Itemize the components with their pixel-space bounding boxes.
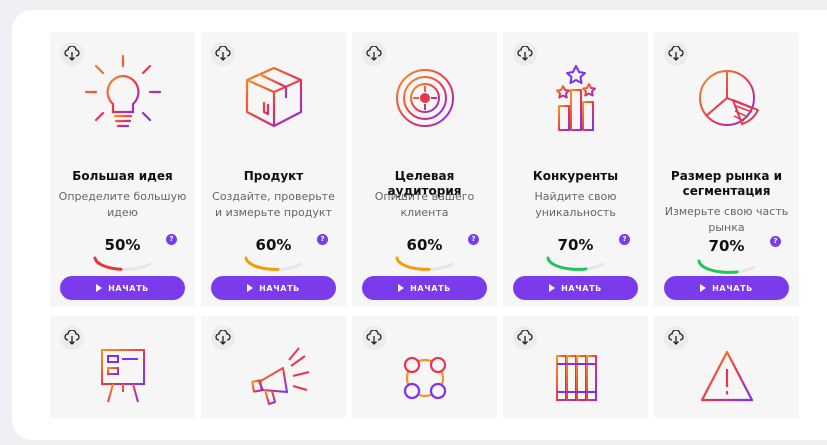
card-title: Продукт [243, 169, 304, 183]
progress-gauge: 60% ? [352, 232, 497, 272]
card-description: Опишите вашего клиента [374, 190, 475, 219]
progress-gauge: 70% ? [503, 232, 648, 272]
lightbulb-icon [50, 50, 195, 160]
card-product: Продукт Создайте, проверьте и измерьте п… [201, 32, 346, 307]
presentation-board-icon [50, 332, 195, 418]
card-competitors: Конкуренты Найдите свою уникальность 70%… [503, 32, 648, 307]
play-icon [247, 284, 254, 292]
start-button[interactable]: НАЧАТЬ [513, 276, 638, 300]
network-circles-icon [352, 332, 497, 418]
start-button[interactable]: НАЧАТЬ [60, 276, 185, 300]
help-icon[interactable]: ? [770, 236, 781, 247]
card-description: Определите большую идею [58, 190, 187, 219]
card-target-audience: Целевая аудитория Опишите вашего клиента… [352, 32, 497, 307]
help-icon[interactable]: ? [317, 234, 328, 245]
play-icon [549, 284, 556, 292]
card-title: Размер рынка и сегментация [670, 169, 783, 198]
card-row2-team [352, 316, 497, 418]
card-row2-presentation [50, 316, 195, 418]
podium-stars-icon [503, 50, 648, 160]
help-icon[interactable]: ? [619, 234, 630, 245]
play-icon [398, 284, 405, 292]
start-button[interactable]: НАЧАТЬ [362, 276, 487, 300]
binders-icon [503, 332, 648, 418]
card-market-size: Размер рынка и сегментация Измерьте свою… [654, 32, 799, 307]
card-big-idea: Большая идея Определите большую идею 50%… [50, 32, 195, 307]
help-icon[interactable]: ? [468, 234, 479, 245]
card-title: Конкуренты [532, 169, 619, 183]
warning-triangle-icon [654, 332, 799, 418]
start-button[interactable]: НАЧАТЬ [211, 276, 336, 300]
target-icon [352, 50, 497, 160]
card-description: Измерьте свою часть рынка [664, 205, 789, 234]
progress-gauge: 70% ? [654, 235, 799, 275]
card-description: Создайте, проверьте и измерьте продукт [212, 190, 335, 219]
box-icon [201, 50, 346, 160]
play-icon [700, 284, 707, 292]
start-button[interactable]: НАЧАТЬ [664, 276, 789, 300]
play-icon [96, 284, 103, 292]
megaphone-icon [201, 332, 346, 418]
help-icon[interactable]: ? [166, 234, 177, 245]
progress-gauge: 60% ? [201, 232, 346, 272]
card-row2-documents [503, 316, 648, 418]
card-title: Большая идея [72, 169, 173, 183]
progress-gauge: 50% ? [50, 232, 195, 272]
tracker-panel: Большая идея Определите большую идею 50%… [12, 10, 827, 440]
card-row2-marketing [201, 316, 346, 418]
card-description: Найдите свою уникальность [534, 190, 617, 219]
pie-chart-icon [654, 50, 799, 160]
card-row2-risks [654, 316, 799, 418]
